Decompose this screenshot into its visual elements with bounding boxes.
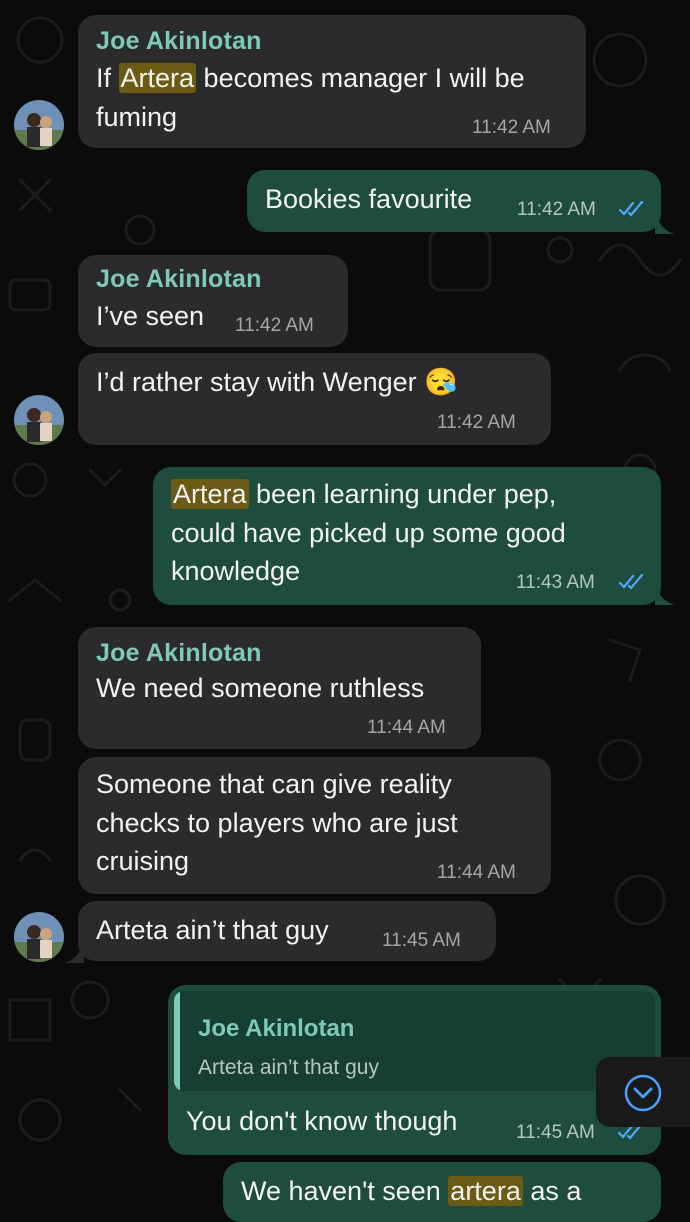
quote-sender: Joe Akinlotan — [198, 1015, 355, 1042]
message-time: 11:45 AM — [382, 930, 461, 951]
message-time: 11:42 AM — [437, 412, 516, 433]
message-bubble-incoming[interactable]: I’d rather stay with Wenger 😪 11:42 AM — [78, 353, 551, 445]
message-time: 11:42 AM — [472, 117, 551, 138]
message-time: 11:42 AM — [517, 199, 596, 220]
message-bubble-incoming[interactable]: Someone that can give reality checks to … — [78, 757, 551, 894]
search-highlight: Artera — [118, 63, 197, 93]
message-text: Arteta ain’t that guy — [96, 915, 329, 945]
message-text: Someone that can give reality checks to … — [96, 769, 458, 876]
sender-name: Joe Akinlotan — [96, 265, 262, 293]
read-ticks-icon — [619, 201, 644, 217]
message-bubble-outgoing[interactable]: Bookies favourite 11:42 AM — [247, 170, 661, 232]
contact-avatar[interactable] — [14, 912, 64, 962]
message-text: I’d rather stay with Wenger 😪 — [96, 367, 458, 397]
bubble-tail — [64, 939, 84, 963]
contact-avatar[interactable] — [14, 100, 64, 150]
quote-text: Arteta ain’t that guy — [198, 1056, 379, 1079]
message-bubble-incoming[interactable]: Joe Akinlotan If Artera becomes manager … — [78, 15, 586, 148]
bubble-tail — [655, 210, 675, 234]
message-text: You don't know though — [186, 1106, 458, 1136]
message-bubble-outgoing-reply[interactable]: Joe Akinlotan Arteta ain’t that guy You … — [168, 985, 661, 1155]
sender-name: Joe Akinlotan — [96, 639, 262, 667]
read-ticks-icon — [619, 574, 644, 590]
contact-avatar[interactable] — [14, 395, 64, 445]
message-text: If Artera becomes manager I will be fumi… — [96, 63, 525, 132]
message-time: 11:42 AM — [235, 315, 314, 336]
message-bubble-outgoing[interactable]: We haven't seen artera as a — [223, 1162, 661, 1222]
message-bubble-incoming[interactable]: Arteta ain’t that guy 11:45 AM — [78, 901, 496, 961]
message-bubble-incoming[interactable]: Joe Akinlotan I’ve seen 11:42 AM — [78, 255, 348, 347]
message-bubble-incoming[interactable]: Joe Akinlotan We need someone ruthless 1… — [78, 627, 481, 749]
message-text: I’ve seen — [96, 301, 205, 331]
message-time: 11:43 AM — [516, 572, 595, 593]
message-time: 11:44 AM — [437, 862, 516, 883]
bubble-tail — [655, 581, 675, 605]
search-highlight: artera — [448, 1176, 523, 1206]
message-bubble-outgoing[interactable]: Artera been learning under pep, could ha… — [153, 467, 661, 605]
quoted-message[interactable]: Joe Akinlotan Arteta ain’t that guy — [174, 991, 655, 1091]
quote-bar — [174, 991, 180, 1091]
scroll-to-bottom-button[interactable] — [596, 1057, 690, 1127]
message-text: We haven't seen artera as a — [241, 1176, 582, 1206]
chevron-down-circle-icon — [624, 1074, 662, 1112]
message-text: Bookies favourite — [265, 184, 473, 214]
search-highlight: Artera — [171, 479, 249, 509]
message-time: 11:44 AM — [367, 717, 446, 738]
message-time: 11:45 AM — [516, 1122, 595, 1143]
message-text: We need someone ruthless — [96, 673, 425, 703]
sender-name: Joe Akinlotan — [96, 27, 262, 55]
message-text: Artera been learning under pep, could ha… — [171, 479, 566, 586]
